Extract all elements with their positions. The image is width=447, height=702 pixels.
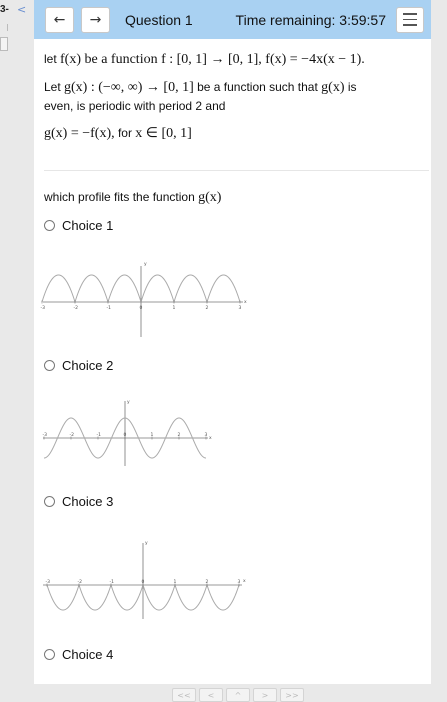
math-expression: x ∈ [0, 1] (135, 126, 192, 141)
x-tick-label: -2 (74, 305, 79, 311)
x-tick-label: 3 (205, 432, 208, 438)
choice-1-radio[interactable] (44, 220, 55, 231)
y-axis-label: y (127, 400, 130, 405)
question-line-2: Let g(x) : (−∞, ∞) → [0, 1] be a functio… (44, 80, 357, 95)
x-tick-label: -2 (70, 432, 75, 438)
question-card: let f(x) be a function f : [0, 1] → [0, … (34, 39, 431, 684)
x-tick-label: -1 (110, 579, 115, 585)
x-tick-label: 3 (239, 305, 242, 311)
choice-1-option[interactable]: Choice 1 (44, 218, 113, 233)
question-line-3: even, is periodic with period 2 and (44, 99, 226, 113)
x-tick-label: 2 (178, 432, 181, 438)
x-tick-label: 2 (206, 579, 209, 585)
x-tick-label: -1 (107, 305, 112, 311)
x-tick-label: 0 (142, 579, 145, 585)
question-header: ← → Question 1 Time remaining: 3:59:57 (34, 0, 431, 39)
x-axis-label: x (209, 436, 212, 441)
x-tick-label: 0 (124, 432, 127, 438)
sidebar-marker (7, 24, 8, 31)
x-tick-label: 0 (140, 305, 143, 311)
choice-2-radio[interactable] (44, 360, 55, 371)
math-expression: g(x) : (−∞, ∞) → [0, 1] (64, 80, 194, 95)
math-expression: f(x) be a function f : [0, 1] → [0, 1], … (60, 52, 365, 67)
question-line-4: g(x) = −f(x), for x ∈ [0, 1] (44, 126, 192, 141)
x-axis-label: x (243, 579, 246, 584)
x-tick-label: 2 (206, 305, 209, 311)
x-tick-label: 1 (174, 579, 177, 585)
math-expression: g(x) (321, 80, 345, 95)
choice-3-graph: x y -3 -2 -1 0 1 2 3 (43, 541, 246, 619)
choice-1-graph: x y -3 -2 -1 0 1 2 3 (41, 262, 247, 337)
x-tick-label: -1 (97, 432, 102, 438)
next-question-button[interactable]: → (81, 6, 110, 33)
x-tick-label: 1 (173, 305, 176, 311)
x-tick-label: 1 (151, 432, 154, 438)
question-prompt: which profile fits the function g(x) (44, 190, 222, 205)
choice-4-option[interactable]: Choice 4 (44, 647, 113, 662)
collapse-arrow-icon[interactable]: < (17, 3, 26, 16)
y-axis-label: y (145, 541, 148, 546)
divider (44, 170, 429, 171)
question-line-1: let f(x) be a function f : [0, 1] → [0, … (44, 52, 365, 67)
question-number-indicator: 3- (0, 4, 9, 15)
time-remaining: Time remaining: 3:59:57 (235, 11, 386, 28)
math-expression: g(x) (198, 190, 222, 205)
choice-4-radio[interactable] (44, 649, 55, 660)
choice-3-option[interactable]: Choice 3 (44, 494, 113, 509)
x-tick-label: -2 (78, 579, 83, 585)
x-tick-label: -3 (46, 579, 51, 585)
choice-3-radio[interactable] (44, 496, 55, 507)
previous-question-button[interactable]: ← (45, 6, 74, 33)
menu-button[interactable] (396, 6, 424, 33)
x-axis-label: x (244, 300, 247, 305)
math-expression: g(x) = −f(x), (44, 126, 115, 141)
choice-2-option[interactable]: Choice 2 (44, 358, 113, 373)
question-title: Question 1 (125, 11, 193, 28)
x-tick-label: -3 (41, 305, 46, 311)
y-axis-label: y (144, 262, 147, 267)
choice-2-graph: x y -3 -2 -1 0 1 2 3 (43, 400, 212, 466)
sidebar-handle[interactable] (0, 37, 8, 51)
x-tick-label: 3 (238, 579, 241, 585)
x-tick-label: -3 (43, 432, 48, 438)
hamburger-icon (403, 13, 417, 15)
